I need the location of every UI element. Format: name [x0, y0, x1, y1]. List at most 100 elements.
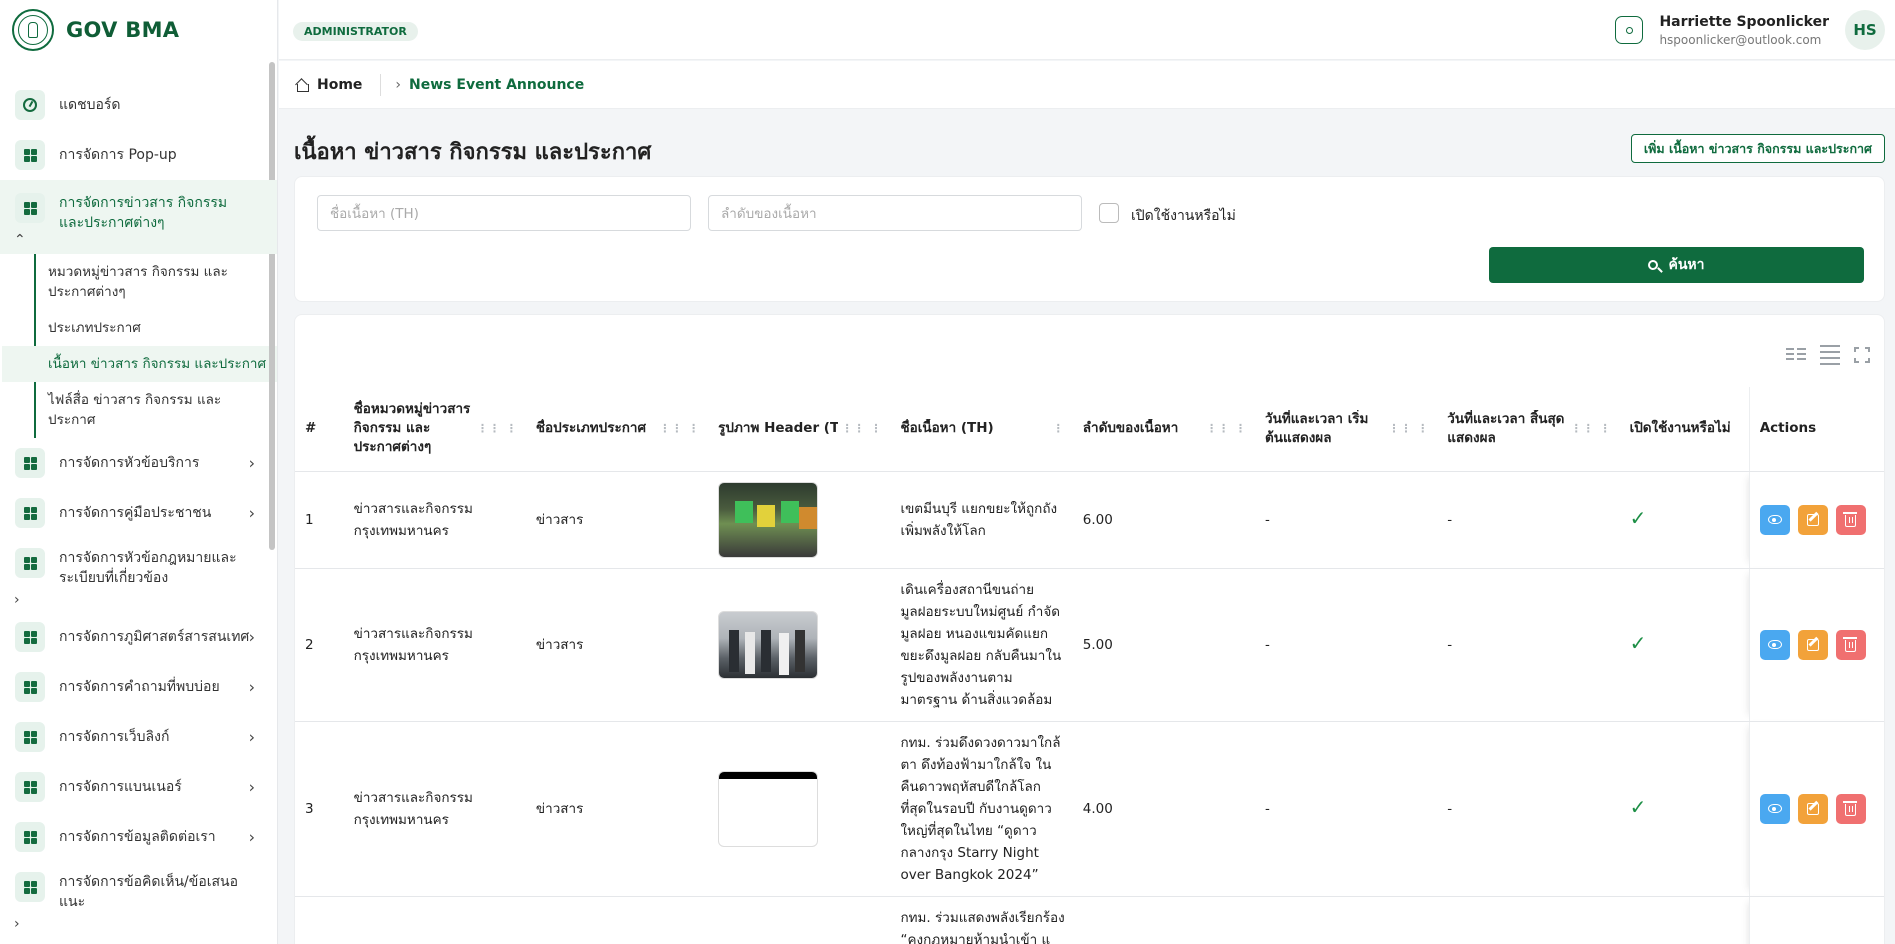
delete-button[interactable] [1835, 629, 1866, 660]
edit-icon [1806, 513, 1819, 526]
column-header-start[interactable]: วันที่และเวลา เริ่มต้นแสดงผล ⋮⋮ ⋮ [1255, 387, 1438, 472]
column-menu-icon[interactable]: ⋮⋮ ⋮ [1206, 419, 1247, 438]
sidebar-item-news-management[interactable]: การจัดการข่าวสาร กิจกรรม และประกาศต่างๆ … [0, 180, 277, 254]
sidebar-item-citizen-manual[interactable]: การจัดการคู่มือประชาชน › [0, 488, 277, 538]
column-menu-icon[interactable]: ⋮⋮ ⋮ [659, 419, 700, 438]
column-header-index[interactable]: # [295, 387, 344, 472]
submenu-item-news-media[interactable]: ไฟล์สื่อ ข่าวสาร กิจกรรม และประกาศ [2, 382, 277, 438]
sidebar-item-label: การจัดการ Pop-up [59, 147, 177, 163]
breadcrumb-divider [380, 73, 382, 96]
column-menu-icon[interactable]: ⋮⋮ ⋮ [477, 419, 518, 438]
sidebar-item-gis[interactable]: การจัดการภูมิศาสตร์สารสนเทศ › [0, 612, 277, 662]
column-header-type[interactable]: ชื่อประเภทประกาศ ⋮⋮ ⋮ [525, 387, 709, 472]
search-button[interactable]: ค้นหา [1489, 247, 1864, 283]
cell-category [343, 896, 526, 944]
density-icon[interactable] [1820, 345, 1840, 365]
sidebar-item-faq[interactable]: การจัดการคำถามที่พบบ่อย › [0, 662, 277, 712]
sidebar-item-laws[interactable]: การจัดการหัวข้อกฎหมายและระเบียบที่เกี่ยว… [0, 538, 277, 612]
filter-panel: ชื่อเนื้อหา (TH) ลำดับของเนื้อหา เปิดใช้… [294, 176, 1885, 302]
column-header-name[interactable]: ชื่อเนื้อหา (TH) ⋮ [890, 387, 1073, 472]
cell-active: ✓ [1619, 471, 1750, 569]
column-header-active[interactable]: เปิดใช้งานหรือไม่ [1619, 387, 1750, 472]
column-header-order[interactable]: ลำดับของเนื้อหา ⋮⋮ ⋮ [1072, 387, 1256, 472]
chevron-right-icon: › [248, 777, 255, 797]
cell-type: ข่าวสาร [525, 568, 709, 722]
cell-name: กทม. ร่วมแสดงพลังเรียกร้อง “คงกฎหมายห้าม… [890, 896, 1073, 944]
cell-type: ข่าวสาร [525, 721, 709, 897]
dashboard-icon [15, 90, 45, 120]
column-header-category[interactable]: ชื่อหมวดหมู่ข่าวสาร กิจกรรม และประกาศต่า… [343, 387, 526, 472]
header-image-thumbnail[interactable] [718, 481, 819, 558]
sidebar-item-weblinks[interactable]: การจัดการเว็บลิงก์ › [0, 712, 277, 762]
search-icon [1648, 260, 1659, 270]
cell-category: ข่าวสารและกิจกรรมกรุงเทพมหานคร [343, 471, 526, 569]
cell-index: 3 [295, 721, 344, 897]
check-icon: ✓ [1629, 506, 1647, 530]
chevron-right-icon: › [14, 916, 20, 932]
edit-button[interactable] [1797, 793, 1828, 824]
content-order-input[interactable]: ลำดับของเนื้อหา [708, 195, 1082, 231]
sidebar-item-banners[interactable]: การจัดการแบนเนอร์ › [0, 762, 277, 812]
active-checkbox[interactable] [1099, 203, 1119, 223]
column-menu-icon[interactable]: ⋮⋮ ⋮ [1388, 419, 1429, 438]
header-image-thumbnail[interactable] [718, 610, 819, 679]
table-row: 3 ข่าวสารและกิจกรรมกรุงเทพมหานคร ข่าวสาร… [295, 721, 1884, 897]
sidebar-item-services[interactable]: การจัดการหัวข้อบริการ › [0, 438, 277, 488]
view-button[interactable] [1759, 793, 1790, 824]
sidebar-menu: แดชบอร์ด การจัดการ Pop-up การจัดการข่าวส… [0, 80, 277, 936]
eye-icon [1767, 515, 1782, 524]
cell-order: 4.00 [1072, 721, 1256, 897]
cell-start: - [1255, 721, 1438, 897]
view-button[interactable] [1759, 504, 1790, 535]
submenu-item-announcement-type[interactable]: ประเภทประกาศ [2, 310, 277, 346]
brand[interactable]: GOV BMA [0, 0, 277, 60]
columns-icon[interactable] [1786, 348, 1806, 362]
sidebar-item-feedback[interactable]: การจัดการข้อคิดเห็น/ข้อเสนอแนะ › [0, 862, 277, 936]
cell-name: เขตมีนบุรี แยกขยะให้ถูกถังเพิ่มพลังให้โล… [890, 471, 1073, 569]
cell-name: กทม. ร่วมดึงดวงดาวมาใกล้ตา ดึงท้องฟ้ามาใ… [890, 721, 1073, 897]
bma-logo-icon [12, 9, 54, 51]
edit-button[interactable] [1797, 629, 1828, 660]
cell-image [708, 721, 891, 897]
cell-order: 5.00 [1072, 568, 1256, 722]
column-menu-icon[interactable]: ⋮ [1053, 419, 1065, 438]
notification-icon[interactable] [1615, 16, 1644, 44]
delete-button[interactable] [1835, 793, 1866, 824]
sidebar-item-popup[interactable]: การจัดการ Pop-up [0, 130, 277, 180]
column-header-image[interactable]: รูปภาพ Header (TH)⋮⋮ ⋮ [708, 387, 891, 472]
sidebar-item-label: การจัดการแบนเนอร์ [59, 779, 182, 795]
cell-type: ข่าวสาร [525, 471, 709, 569]
add-content-button[interactable]: เพิ่ม เนื้อหา ข่าวสาร กิจกรรม และประกาศ [1630, 134, 1885, 163]
submenu-item-news-content[interactable]: เนื้อหา ข่าวสาร กิจกรรม และประกาศ [2, 346, 277, 382]
column-header-end[interactable]: วันที่และเวลา สิ้นสุดแสดงผล ⋮⋮ ⋮ [1437, 387, 1620, 472]
edit-button[interactable] [1797, 504, 1828, 535]
user-menu[interactable]: Harriette Spoonlicker hspoonlicker@outlo… [1615, 10, 1885, 50]
breadcrumb-current: News Event Announce [409, 76, 585, 93]
grid-icon [15, 193, 45, 223]
trash-icon [1843, 801, 1858, 816]
cell-image [708, 896, 891, 944]
chevron-right-icon: › [14, 592, 20, 608]
chevron-right-icon: › [248, 677, 255, 697]
sidebar-item-contact[interactable]: การจัดการข้อมูลติดต่อเรา › [0, 812, 277, 862]
column-menu-icon[interactable]: ⋮⋮ ⋮ [842, 419, 883, 438]
view-button[interactable] [1759, 629, 1790, 660]
content-name-input[interactable]: ชื่อเนื้อหา (TH) [317, 195, 691, 231]
breadcrumb-home[interactable]: Home [317, 77, 362, 93]
sidebar-item-label: การจัดการเว็บลิงก์ [59, 729, 170, 745]
sidebar-item-dashboard[interactable]: แดชบอร์ด [0, 80, 277, 130]
check-icon: ✓ [1629, 795, 1647, 819]
delete-button[interactable] [1835, 504, 1866, 535]
submenu-item-news-category[interactable]: หมวดหมู่ข่าวสาร กิจกรรม และประกาศต่างๆ [2, 254, 277, 310]
grid-icon [15, 672, 45, 702]
fullscreen-icon[interactable] [1854, 347, 1870, 363]
cell-end: - [1437, 568, 1620, 722]
check-icon: ✓ [1629, 631, 1647, 655]
header-image-thumbnail[interactable] [718, 770, 819, 847]
sidebar-item-label: การจัดการคำถามที่พบบ่อย [59, 679, 220, 695]
user-email: hspoonlicker@outlook.com [1659, 32, 1822, 47]
avatar[interactable]: HS [1845, 10, 1885, 50]
eye-icon [1767, 640, 1782, 649]
sidebar-item-label: การจัดการภูมิศาสตร์สารสนเทศ [59, 629, 250, 645]
column-menu-icon[interactable]: ⋮⋮ ⋮ [1571, 419, 1612, 438]
